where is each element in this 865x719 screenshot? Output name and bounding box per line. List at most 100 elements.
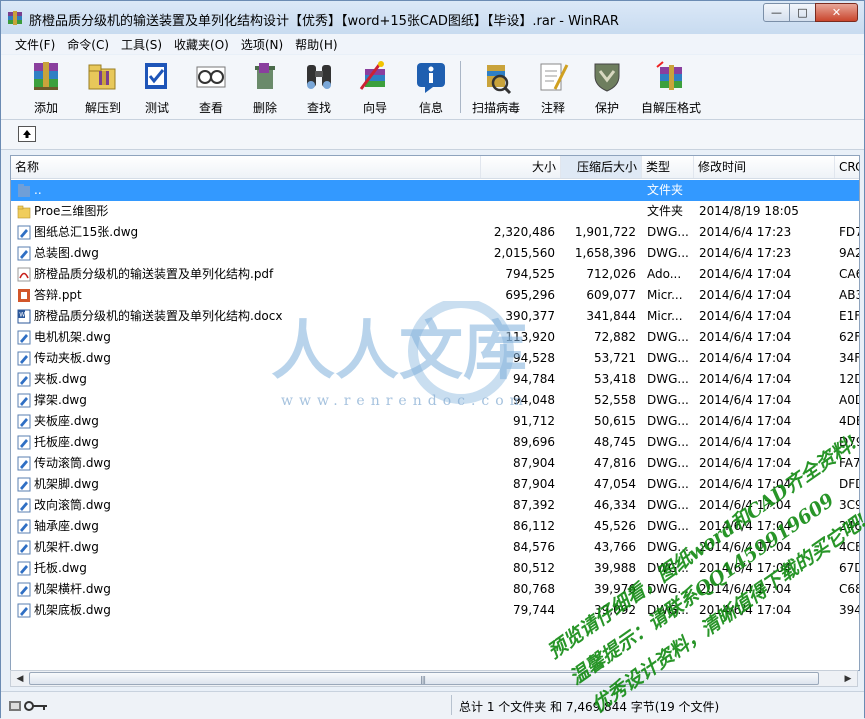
file-modified: 2014/6/4 17:04: [699, 267, 792, 281]
extract-to-button[interactable]: 解压到: [79, 57, 127, 117]
file-modified: 2014/6/4 17:04: [699, 435, 792, 449]
file-modified: 2014/6/4 17:04: [699, 330, 792, 344]
list-header: 名称 大小 压缩后大小 类型 修改时间 CRC: [11, 156, 859, 179]
column-header-modified[interactable]: 修改时间: [694, 156, 835, 178]
horizontal-scrollbar[interactable]: ◀ ||| ▶: [10, 670, 858, 687]
file-name: 机架底板.dwg: [34, 603, 111, 617]
file-crc: [839, 201, 859, 222]
file-modified: 2014/6/4 17:23: [699, 246, 792, 260]
view-button[interactable]: 查看: [191, 57, 231, 117]
comment-button[interactable]: 注释: [533, 57, 573, 117]
file-size: 87,392: [513, 498, 555, 512]
file-modified: 2014/6/4 17:04: [699, 288, 792, 302]
file-packed-size: 45,526: [594, 519, 636, 533]
maximize-button[interactable]: □: [789, 3, 816, 22]
table-row[interactable]: 传动夹板.dwg 94,528 53,721 DWG... 2014/6/4 17:04…: [11, 348, 859, 369]
file-size: 695,296: [505, 288, 555, 302]
test-button[interactable]: 测试: [137, 57, 177, 117]
table-row[interactable]: 改向滚筒.dwg 87,392 46,334 DWG... 2014/6/4 17:04…: [11, 495, 859, 516]
file-type: DWG...: [647, 477, 689, 491]
menu-help[interactable]: 帮助(H): [289, 36, 343, 53]
table-row[interactable]: 轴承座.dwg 86,112 45,526 DWG... 2014/6/4 17:04 2…: [11, 516, 859, 537]
menu-commands[interactable]: 命令(C): [61, 36, 115, 53]
title-bar[interactable]: 脐橙品质分级机的输送装置及单列化结构设计【优秀】【word+15张CAD图纸】【…: [1, 1, 864, 34]
table-row[interactable]: 机架横杆.dwg 80,768 39,976 DWG... 2014/6/4 17:04…: [11, 579, 859, 600]
table-row[interactable]: W 脐橙品质分级机的输送装置及单列化结构.docx 390,377 341,844 Mi…: [11, 306, 859, 327]
scroll-thumb[interactable]: |||: [29, 672, 819, 685]
table-row[interactable]: 机架底板.dwg 79,744 39,092 DWG... 2014/6/4 17:04…: [11, 600, 859, 621]
info-button[interactable]: 信息: [411, 57, 451, 117]
file-size: 80,768: [513, 582, 555, 596]
table-row[interactable]: 夹板座.dwg 91,712 50,615 DWG... 2014/6/4 17:04 4…: [11, 411, 859, 432]
file-name: 答辩.ppt: [34, 288, 82, 302]
file-size: 2,320,486: [493, 225, 555, 239]
file-name: 脐橙品质分级机的输送装置及单列化结构.docx: [34, 309, 283, 323]
menu-favorites[interactable]: 收藏夹(O): [168, 36, 235, 53]
file-modified: [699, 180, 837, 201]
up-folder-button[interactable]: [18, 126, 36, 142]
file-type: DWG...: [647, 603, 689, 617]
file-modified: 2014/6/4 17:04: [699, 456, 792, 470]
file-type: DWG...: [647, 540, 689, 554]
status-divider: [451, 695, 452, 715]
scroll-right-arrow[interactable]: ▶: [840, 671, 856, 686]
table-row[interactable]: 图纸总汇15张.dwg 2,320,486 1,901,722 DWG... 2014/…: [11, 222, 859, 243]
file-modified: 2014/6/4 17:04: [699, 351, 792, 365]
minimize-button[interactable]: —: [763, 3, 790, 22]
file-crc: FA7: [839, 456, 860, 470]
find-button[interactable]: 查找: [299, 57, 339, 117]
file-packed-size: 48,745: [594, 435, 636, 449]
column-header-packed[interactable]: 压缩后大小: [561, 156, 642, 178]
menu-options[interactable]: 选项(N): [235, 36, 289, 53]
folder-icon: [17, 204, 31, 219]
window-title: 脐橙品质分级机的输送装置及单列化结构设计【优秀】【word+15张CAD图纸】【…: [29, 14, 619, 29]
add-button[interactable]: 添加: [25, 57, 67, 117]
table-row[interactable]: Proe三维图形 文件夹 2014/8/19 18:05: [11, 201, 859, 222]
protect-button[interactable]: 保护: [587, 57, 627, 117]
menu-tools[interactable]: 工具(S): [115, 36, 168, 53]
virus-scan-button[interactable]: 扫描病毒: [469, 57, 523, 117]
file-size: 80,512: [513, 561, 555, 575]
dwg-file-icon: [17, 225, 31, 240]
table-row[interactable]: 机架脚.dwg 87,904 47,054 DWG... 2014/6/4 17:04 D…: [11, 474, 859, 495]
table-row[interactable]: 撑架.dwg 94,048 52,558 DWG... 2014/6/4 17:04 A0…: [11, 390, 859, 411]
table-row[interactable]: 脐橙品质分级机的输送装置及单列化结构.pdf 794,525 712,026 Ado.…: [11, 264, 859, 285]
scroll-left-arrow[interactable]: ◀: [12, 671, 28, 686]
file-crc: AB3: [839, 288, 859, 302]
file-name: 托板座.dwg: [34, 435, 99, 449]
file-type: DWG...: [647, 393, 689, 407]
file-packed-size: 50,615: [594, 414, 636, 428]
table-row[interactable]: 总装图.dwg 2,015,560 1,658,396 DWG... 2014/6/4 …: [11, 243, 859, 264]
column-header-crc[interactable]: CRC: [835, 156, 859, 178]
close-button[interactable]: ✕: [815, 3, 858, 22]
wizard-button[interactable]: 向导: [353, 57, 397, 117]
file-packed-size: 39,976: [594, 582, 636, 596]
table-row[interactable]: .. 文件夹: [11, 180, 859, 201]
table-row[interactable]: 答辩.ppt 695,296 609,077 Micr... 2014/6/4 17:0…: [11, 285, 859, 306]
file-modified: 2014/6/4 17:04: [699, 519, 792, 533]
table-row[interactable]: 托板座.dwg 89,696 48,745 DWG... 2014/6/4 17:04 D…: [11, 432, 859, 453]
table-row[interactable]: 托板.dwg 80,512 39,988 DWG... 2014/6/4 17:04 67…: [11, 558, 859, 579]
menu-file[interactable]: 文件(F): [1, 36, 61, 53]
table-row[interactable]: 机架杆.dwg 84,576 43,766 DWG... 2014/6/4 17:04 4…: [11, 537, 859, 558]
file-packed-size: 53,721: [594, 351, 636, 365]
file-crc: E1F: [839, 309, 860, 323]
column-header-name[interactable]: 名称: [11, 156, 481, 178]
file-type: DWG...: [647, 225, 689, 239]
column-header-type[interactable]: 类型: [642, 156, 694, 178]
table-row[interactable]: 夹板.dwg 94,784 53,418 DWG... 2014/6/4 17:04 12…: [11, 369, 859, 390]
file-packed-size: 46,334: [594, 498, 636, 512]
sfx-button[interactable]: 自解压格式: [637, 57, 705, 117]
file-packed-size: 47,816: [594, 456, 636, 470]
delete-button[interactable]: 删除: [245, 57, 285, 117]
delete-label: 删除: [252, 101, 277, 115]
table-row[interactable]: 电机机架.dwg 113,920 72,882 DWG... 2014/6/4 17:0…: [11, 327, 859, 348]
column-header-size[interactable]: 大小: [481, 156, 561, 178]
file-list[interactable]: 名称 大小 压缩后大小 类型 修改时间 CRC .. 文件夹 Proe三维图形 文件夹…: [10, 155, 860, 671]
file-name: 轴承座.dwg: [34, 519, 99, 533]
file-size: 91,712: [513, 414, 555, 428]
table-row[interactable]: 传动滚筒.dwg 87,904 47,816 DWG... 2014/6/4 17:04…: [11, 453, 859, 474]
file-size: 2,015,560: [493, 246, 555, 260]
file-type: DWG...: [647, 414, 689, 428]
toolbar: 添加 解压到 测试 查看 删除 查找 向导 信息 扫描病毒 注释 保护 自解压格…: [1, 55, 864, 120]
